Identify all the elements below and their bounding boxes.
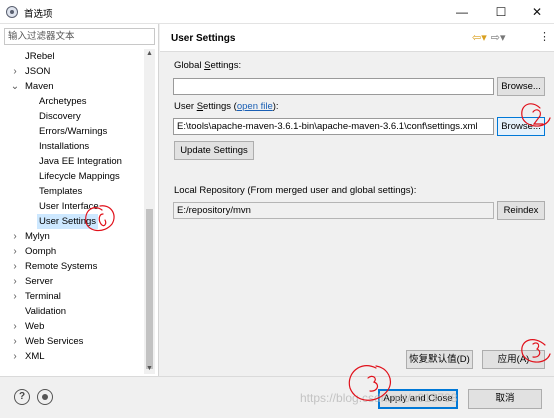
help-icon[interactable]: ? bbox=[14, 389, 30, 405]
tree-item-label: JSON bbox=[25, 66, 51, 77]
tree-item-label: Templates bbox=[39, 186, 83, 197]
tree-item-label: Web Services bbox=[25, 336, 84, 347]
tree-item-maven[interactable]: ⌄ Maven bbox=[0, 79, 144, 94]
cancel-button[interactable]: 取消 bbox=[468, 389, 542, 409]
collapsed-chevron-icon[interactable]: › bbox=[10, 289, 20, 304]
maximize-button[interactable]: ☐ bbox=[484, 0, 518, 24]
tree-item-mylyn[interactable]: › Mylyn bbox=[0, 229, 144, 244]
tree-item-label: Web bbox=[25, 321, 45, 332]
tree-item-label: Remote Systems bbox=[25, 261, 98, 272]
user-settings-field[interactable]: E:\tools\apache-maven-3.6.1-bin\apache-m… bbox=[173, 118, 494, 135]
tree-item-web-services[interactable]: › Web Services bbox=[0, 334, 144, 349]
tree-item-label: Lifecycle Mappings bbox=[39, 171, 120, 182]
dialog-footer: ? Apply and Close 取消 bbox=[0, 376, 554, 418]
global-browse-button[interactable]: Browse... bbox=[497, 77, 545, 96]
open-file-link[interactable]: open file bbox=[237, 101, 273, 112]
history-nav: ⇦▾ ⇨▾ bbox=[472, 31, 510, 44]
collapsed-chevron-icon[interactable]: › bbox=[10, 259, 20, 274]
tree-item-json[interactable]: › JSON bbox=[0, 64, 144, 79]
collapsed-chevron-icon[interactable]: › bbox=[10, 274, 20, 289]
window-title: 首选项 bbox=[24, 9, 53, 20]
tree-item-validation[interactable]: Validation bbox=[0, 304, 144, 319]
preference-tree-panel: JRebel › JSON ⌄ Maven Archetypes Discovery Erro… bbox=[0, 24, 159, 376]
tree-scrollbar[interactable]: ▲ ▼ bbox=[144, 49, 155, 374]
local-repository-field[interactable]: E:/repository/mvn bbox=[173, 202, 494, 219]
title-bar: 首选项 — ☐ ✕ bbox=[0, 0, 554, 24]
close-button[interactable]: ✕ bbox=[520, 0, 554, 24]
tree-item-archetypes[interactable]: Archetypes bbox=[0, 94, 144, 109]
tree-item-user-interface[interactable]: User Interface bbox=[0, 199, 144, 214]
tree-item-lifecycle-mappings[interactable]: Lifecycle Mappings bbox=[0, 169, 144, 184]
tree-item-label: Archetypes bbox=[39, 96, 87, 107]
tree-item-jrebel[interactable]: JRebel bbox=[0, 49, 144, 64]
restore-defaults-button[interactable]: 恢复默认值(D) bbox=[406, 350, 473, 369]
tree-item-java-ee-integration[interactable]: Java EE Integration bbox=[0, 154, 144, 169]
tree-item-label: User Interface bbox=[39, 201, 99, 212]
reindex-button[interactable]: Reindex bbox=[497, 201, 545, 220]
scroll-thumb[interactable] bbox=[146, 209, 153, 369]
tree-item-errors-warnings[interactable]: Errors/Warnings bbox=[0, 124, 144, 139]
user-settings-label: User Settings (open file): bbox=[174, 101, 279, 112]
global-settings-field[interactable] bbox=[173, 78, 494, 95]
tree-item-terminal[interactable]: › Terminal bbox=[0, 289, 144, 304]
tree-item-label: Mylyn bbox=[25, 231, 50, 242]
forward-arrow-icon[interactable]: ⇨▾ bbox=[491, 31, 506, 44]
global-settings-label: Global Settings: bbox=[174, 60, 242, 71]
back-arrow-icon[interactable]: ⇦▾ bbox=[472, 31, 487, 44]
apply-button[interactable]: 应用(A) bbox=[482, 350, 545, 369]
tree-item-installations[interactable]: Installations bbox=[0, 139, 144, 154]
tree-item-label: Installations bbox=[39, 141, 90, 152]
local-repository-label: Local Repository (From merged user and g… bbox=[174, 185, 417, 196]
tree-item-web[interactable]: › Web bbox=[0, 319, 144, 334]
expanded-chevron-icon[interactable]: ⌄ bbox=[10, 79, 20, 94]
record-macro-icon[interactable] bbox=[37, 389, 53, 405]
tree-item-label: Discovery bbox=[39, 111, 81, 122]
tree-item-oomph[interactable]: › Oomph bbox=[0, 244, 144, 259]
collapsed-chevron-icon[interactable]: › bbox=[10, 244, 20, 259]
scroll-up-icon[interactable]: ▲ bbox=[144, 49, 155, 59]
page-header: User Settings ⇦▾ ⇨▾ ⋮ bbox=[160, 24, 554, 52]
page-title: User Settings bbox=[171, 33, 236, 44]
collapsed-chevron-icon[interactable]: › bbox=[10, 349, 20, 364]
tree-item-label: Server bbox=[25, 276, 53, 287]
scroll-down-icon[interactable]: ▼ bbox=[144, 364, 155, 374]
tree-item-label: XML bbox=[25, 351, 45, 362]
apply-and-close-button[interactable]: Apply and Close bbox=[378, 389, 458, 409]
tree-item-label: Validation bbox=[25, 306, 67, 317]
update-settings-button[interactable]: Update Settings bbox=[174, 141, 254, 160]
eclipse-app-icon bbox=[6, 6, 18, 18]
tree-item-xml[interactable]: › XML bbox=[0, 349, 144, 364]
tree-item-label: Maven bbox=[25, 81, 54, 92]
tree-item-label: User Settings bbox=[37, 214, 99, 229]
collapsed-chevron-icon[interactable]: › bbox=[10, 334, 20, 349]
tree-item-templates[interactable]: Templates bbox=[0, 184, 144, 199]
tree-item-label: JRebel bbox=[25, 51, 55, 62]
collapsed-chevron-icon[interactable]: › bbox=[10, 64, 20, 79]
settings-page: User Settings ⇦▾ ⇨▾ ⋮ Global Settings: Br… bbox=[160, 24, 554, 376]
tree-item-label: Errors/Warnings bbox=[39, 126, 108, 137]
view-menu-icon[interactable]: ⋮ bbox=[539, 30, 550, 43]
tree-item-discovery[interactable]: Discovery bbox=[0, 109, 144, 124]
user-browse-button[interactable]: Browse... bbox=[497, 117, 545, 136]
collapsed-chevron-icon[interactable]: › bbox=[10, 319, 20, 334]
tree-item-label: Oomph bbox=[25, 246, 57, 257]
tree-item-label: Terminal bbox=[25, 291, 61, 302]
tree-item-server[interactable]: › Server bbox=[0, 274, 144, 289]
preference-tree: JRebel › JSON ⌄ Maven Archetypes Discovery Erro… bbox=[0, 49, 144, 364]
tree-item-remote-systems[interactable]: › Remote Systems bbox=[0, 259, 144, 274]
filter-input[interactable] bbox=[4, 28, 155, 45]
minimize-button[interactable]: — bbox=[445, 0, 479, 24]
tree-item-label: Java EE Integration bbox=[39, 156, 122, 167]
collapsed-chevron-icon[interactable]: › bbox=[10, 229, 20, 244]
tree-item-user-settings[interactable]: User Settings bbox=[0, 214, 144, 229]
